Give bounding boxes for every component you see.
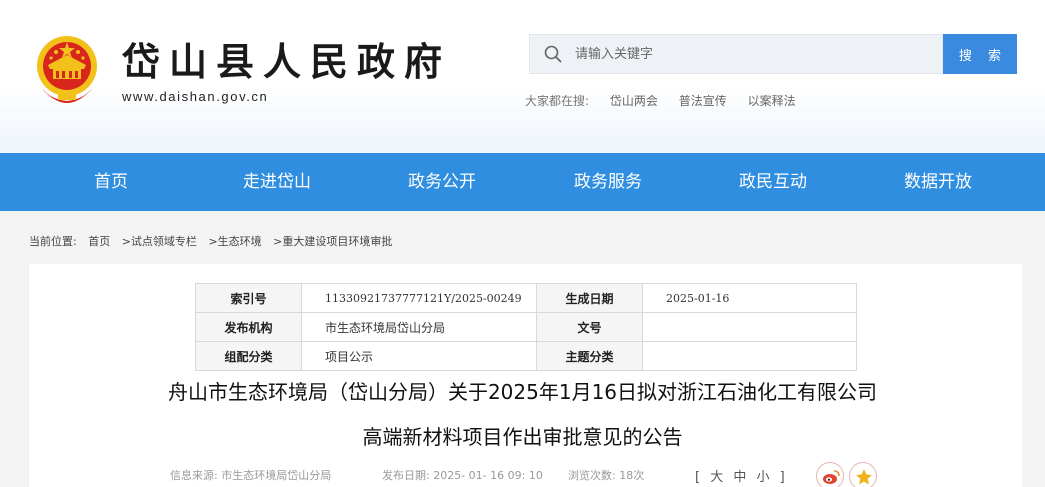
site-header: 岱山县人民政府 www.daishan.gov.cn 搜 索 大家都在搜: 岱山… bbox=[0, 0, 1045, 153]
nav-item-home[interactable]: 首页 bbox=[41, 153, 181, 211]
article-view-count: 浏览次数: 18次 bbox=[568, 469, 645, 482]
nav-item-gov-info[interactable]: 政务公开 bbox=[372, 153, 512, 211]
main-nav: 首页 走进岱山 政务公开 政务服务 政民互动 数据开放 bbox=[0, 153, 1045, 211]
breadcrumb-label: 当前位置: bbox=[29, 235, 77, 248]
search-input[interactable] bbox=[575, 35, 935, 73]
article-title-line1: 舟山市生态环境局（岱山分局）关于2025年1月16日拟对浙江石油化工有限公司 bbox=[167, 380, 878, 404]
breadcrumb-item[interactable]: >试点领域专栏 bbox=[122, 235, 197, 248]
breadcrumb-item[interactable]: >重大建设项目环境审批 bbox=[273, 235, 392, 248]
article-source: 信息来源: 市生态环境局岱山分局 bbox=[170, 469, 332, 482]
nav-item-about[interactable]: 走进岱山 bbox=[207, 153, 347, 211]
weibo-icon bbox=[823, 470, 840, 484]
table-row: 组配分类 项目公示 主题分类 bbox=[195, 341, 857, 371]
meta-value: 项目公示 bbox=[301, 341, 537, 371]
hot-search-link[interactable]: 以案释法 bbox=[748, 94, 796, 108]
breadcrumb-item[interactable]: >生态环境 bbox=[208, 235, 261, 248]
meta-label: 发布机构 bbox=[195, 312, 302, 342]
meta-label: 文号 bbox=[536, 312, 643, 342]
nav-item-interaction[interactable]: 政民互动 bbox=[703, 153, 843, 211]
hot-search-label: 大家都在搜: bbox=[525, 94, 590, 108]
meta-value bbox=[642, 312, 857, 342]
favorite-button[interactable] bbox=[849, 462, 877, 487]
meta-label: 索引号 bbox=[195, 283, 302, 313]
weibo-share-button[interactable] bbox=[816, 462, 844, 487]
hot-search-row: 大家都在搜: 岱山两会 普法宣传 以案释法 bbox=[525, 92, 813, 109]
hot-search-link[interactable]: 普法宣传 bbox=[679, 94, 727, 108]
meta-value bbox=[642, 341, 857, 371]
star-icon bbox=[856, 469, 872, 485]
meta-label: 组配分类 bbox=[195, 341, 302, 371]
article-publish-date: 发布日期: 2025- 01- 16 09: 10 bbox=[382, 469, 543, 482]
breadcrumb-item[interactable]: 首页 bbox=[88, 235, 110, 248]
nav-item-open-data[interactable]: 数据开放 bbox=[868, 153, 1008, 211]
search-button[interactable]: 搜 索 bbox=[943, 34, 1017, 74]
meta-value: 11330921737777121Y/2025-00249 bbox=[301, 283, 537, 313]
nav-item-services[interactable]: 政务服务 bbox=[538, 153, 678, 211]
meta-label: 生成日期 bbox=[536, 283, 643, 313]
hot-search-link[interactable]: 岱山两会 bbox=[610, 94, 658, 108]
table-row: 索引号 11330921737777121Y/2025-00249 生成日期 2… bbox=[195, 283, 857, 313]
document-meta-table: 索引号 11330921737777121Y/2025-00249 生成日期 2… bbox=[195, 283, 857, 371]
site-url[interactable]: www.daishan.gov.cn bbox=[122, 89, 268, 104]
national-emblem-icon bbox=[37, 36, 97, 103]
meta-label: 主题分类 bbox=[536, 341, 643, 371]
meta-value: 市生态环境局岱山分局 bbox=[301, 312, 537, 342]
font-size-control[interactable]: [ 大 中 小 ] bbox=[695, 466, 788, 485]
article-title-line2: 高端新材料项目作出审批意见的公告 bbox=[362, 425, 683, 449]
breadcrumb: 当前位置: 首页 >试点领域专栏 >生态环境 >重大建设项目环境审批 bbox=[29, 233, 400, 249]
site-title[interactable]: 岱山县人民政府 bbox=[122, 38, 451, 86]
search-icon bbox=[544, 45, 562, 63]
meta-value: 2025-01-16 bbox=[642, 283, 857, 313]
table-row: 发布机构 市生态环境局岱山分局 文号 bbox=[195, 312, 857, 342]
